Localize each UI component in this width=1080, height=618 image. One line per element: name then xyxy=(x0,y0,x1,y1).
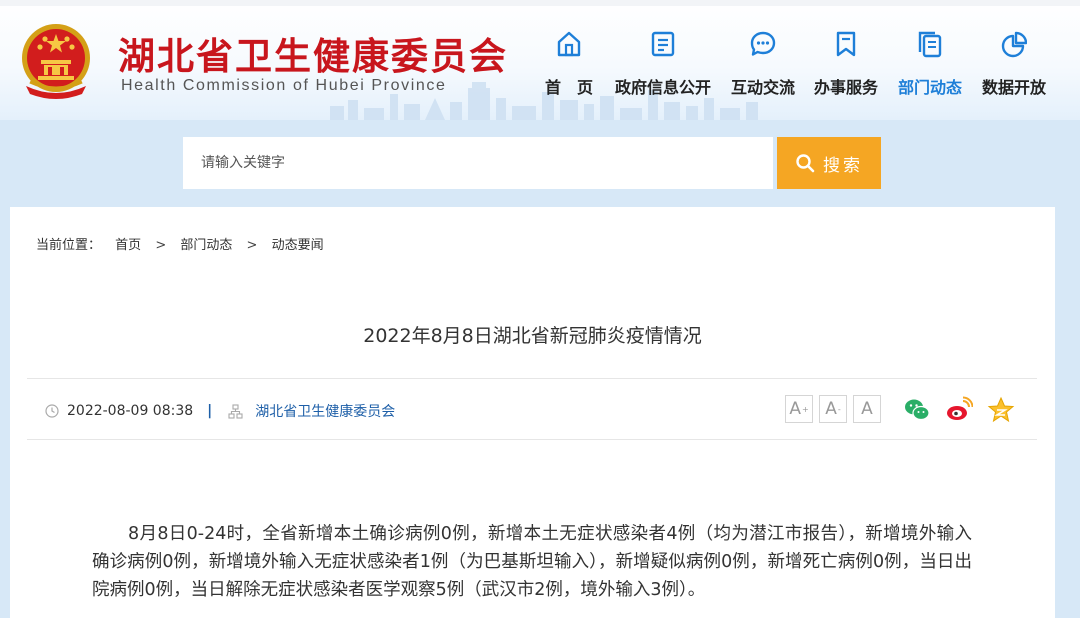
nav-item-services[interactable]: 办事服务 xyxy=(813,30,879,100)
site-title: 湖北省卫生健康委员会 xyxy=(118,35,508,78)
article-card: 当前位置： 首页 > 部门动态 > 动态要闻 2022年8月8日湖北省新冠肺炎疫… xyxy=(10,207,1055,618)
clock-icon xyxy=(45,404,59,418)
font-button-label: A xyxy=(825,399,837,419)
top-stripe xyxy=(0,0,1080,6)
nav-label: 互动交流 xyxy=(730,78,795,97)
site-subtitle: Health Commission of Hubei Province xyxy=(121,77,447,94)
font-button-label: A xyxy=(789,399,801,419)
article-body: 8月8日0-24时，全省新增本土确诊病例0例，新增本土无症状感染者4例（均为潜江… xyxy=(92,524,972,600)
nav-item-open-data[interactable]: 数据开放 xyxy=(981,30,1047,100)
chat-bubble-icon xyxy=(750,31,776,56)
nav-label: 办事服务 xyxy=(813,78,878,97)
article-title: 2022年8月8日湖北省新冠肺炎疫情情况 xyxy=(363,325,702,347)
nav-label: 数据开放 xyxy=(981,78,1046,97)
breadcrumb: 当前位置： 首页 > 部门动态 > 动态要闻 xyxy=(36,234,324,253)
favorite-star-icon[interactable] xyxy=(987,396,1015,424)
font-button-mark: + xyxy=(801,404,809,414)
meta-divider: | xyxy=(207,403,213,419)
nav-label: 部门动态 xyxy=(897,78,962,97)
weibo-icon[interactable] xyxy=(945,396,973,424)
font-size-reset-button[interactable]: A xyxy=(853,395,881,423)
national-emblem-logo xyxy=(22,24,90,99)
search-button-label: 搜索 xyxy=(823,155,863,176)
breadcrumb-separator: > xyxy=(155,238,167,253)
font-size-increase-button[interactable]: A + xyxy=(785,395,813,423)
article-meta-info: 2022-08-09 08:38 | 湖北省卫生健康委员会 xyxy=(45,401,395,421)
document-copy-icon xyxy=(918,31,942,58)
wechat-icon[interactable] xyxy=(903,396,931,424)
font-button-mark: - xyxy=(837,404,841,414)
bookmark-icon xyxy=(836,31,856,57)
breadcrumb-separator: > xyxy=(246,238,258,253)
publish-date: 2022-08-09 08:38 xyxy=(67,403,194,419)
site-header: 湖北省卫生健康委员会 Health Commission of Hubei Pr… xyxy=(0,0,1080,120)
breadcrumb-link-home[interactable]: 首页 xyxy=(115,238,141,253)
font-button-label: A xyxy=(861,399,873,419)
nav-item-home[interactable]: 首 页 xyxy=(541,30,597,100)
article-source: 湖北省卫生健康委员会 xyxy=(255,404,396,420)
nav-item-department-news[interactable]: 部门动态 xyxy=(897,30,963,100)
search-icon xyxy=(796,154,815,173)
breadcrumb-link-news[interactable]: 动态要闻 xyxy=(272,238,324,253)
home-icon xyxy=(557,31,581,57)
nav-item-interaction[interactable]: 互动交流 xyxy=(730,30,796,100)
font-size-decrease-button[interactable]: A- xyxy=(819,395,847,423)
nav-label: 首 页 xyxy=(544,78,593,97)
search-input[interactable] xyxy=(183,137,773,189)
pie-chart-icon xyxy=(1001,31,1027,58)
search-button[interactable]: 搜索 xyxy=(777,137,881,189)
breadcrumb-prefix: 当前位置： xyxy=(36,238,102,253)
article-meta-bar: 2022-08-09 08:38 | 湖北省卫生健康委员会 A + A- A xyxy=(27,378,1037,440)
org-structure-icon xyxy=(228,403,243,419)
nav-item-gov-info[interactable]: 政府信息公开 xyxy=(614,30,712,100)
nav-label: 政府信息公开 xyxy=(614,78,711,97)
document-list-icon xyxy=(651,31,675,57)
breadcrumb-link-department-news[interactable]: 部门动态 xyxy=(180,238,232,253)
